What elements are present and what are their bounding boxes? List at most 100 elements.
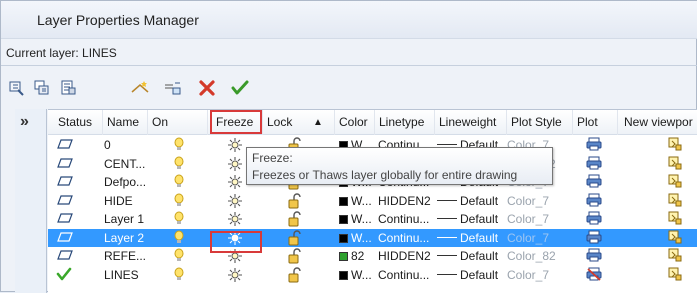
layer-linetype[interactable]: HIDDEN2 — [378, 192, 431, 210]
layer-color[interactable]: W... — [339, 266, 372, 284]
lineweight-sample — [437, 273, 457, 275]
current-layer-label: Current layer: LINES — [6, 46, 117, 60]
plot-printer-icon[interactable] — [586, 230, 602, 248]
layer-status-icon[interactable] — [56, 248, 74, 266]
layer-name: HIDE — [104, 193, 133, 208]
color-value: 82 — [351, 249, 365, 263]
plot-printer-icon[interactable] — [586, 248, 602, 266]
color-swatch — [339, 252, 348, 261]
layer-plot-style[interactable]: Color_7 — [507, 192, 549, 210]
new-vp-freeze-icon[interactable] — [668, 174, 682, 192]
on-bulb-icon[interactable] — [173, 156, 185, 174]
new-property-filter-icon[interactable] — [6, 77, 28, 99]
column-plot-style[interactable]: Plot Style — [507, 110, 573, 135]
thawed-sun-icon[interactable] — [227, 193, 243, 211]
new-vp-freeze-icon[interactable] — [668, 248, 682, 266]
layer-name: Layer 2 — [104, 230, 145, 245]
layer-plot-style[interactable]: Color_7 — [507, 266, 549, 284]
layer-plot-style[interactable]: Color_82 — [507, 247, 556, 265]
lineweight-value: Default — [460, 267, 499, 282]
layer-lineweight[interactable]: Default — [437, 266, 498, 284]
plot-printer-icon[interactable] — [586, 137, 602, 155]
column-plot[interactable]: Plot — [573, 110, 618, 135]
column-name[interactable]: Name — [103, 110, 148, 135]
layer-status-icon[interactable] — [56, 230, 74, 248]
table-row[interactable]: Layer 1 W... Continu... Default Color_7 — [48, 210, 697, 228]
layer-linetype[interactable]: Continu... — [378, 229, 429, 247]
unlocked-padlock-icon[interactable] — [288, 192, 302, 211]
table-row[interactable]: HIDE W... HIDDEN2 Default Color_7 — [48, 192, 697, 210]
table-row[interactable]: LINES W... Continu... Default Color_7 — [48, 266, 697, 284]
new-group-filter-icon[interactable] — [31, 77, 53, 99]
on-bulb-icon[interactable] — [173, 174, 185, 192]
column-status[interactable]: Status — [48, 110, 103, 135]
table-row[interactable]: REFE... 82 HIDDEN2 Default Color_82 — [48, 247, 697, 265]
thawed-sun-icon[interactable] — [227, 267, 243, 285]
layer-status-icon[interactable] — [56, 156, 74, 174]
thawed-sun-icon[interactable] — [227, 156, 243, 174]
column-lock[interactable]: Lock ▲ — [263, 110, 335, 135]
new-layer-icon[interactable] — [129, 77, 151, 99]
on-bulb-icon[interactable] — [173, 211, 185, 229]
layer-lineweight[interactable]: Default — [437, 210, 498, 228]
new-layer-vp-frozen-icon[interactable] — [162, 77, 184, 99]
plot-printer-icon[interactable] — [586, 193, 602, 211]
layer-plot-style[interactable]: Color_7 — [507, 229, 549, 247]
layer-color[interactable]: 82 — [339, 247, 364, 265]
layer-lineweight[interactable]: Default — [437, 229, 498, 247]
thawed-sun-icon[interactable] — [227, 211, 243, 229]
new-vp-freeze-icon[interactable] — [668, 211, 682, 229]
layer-lineweight[interactable]: Default — [437, 247, 498, 265]
layer-name: REFE... — [104, 249, 147, 263]
thawed-sun-icon[interactable] — [227, 174, 243, 192]
unlocked-padlock-icon[interactable] — [288, 266, 302, 285]
plot-printer-icon[interactable] — [586, 156, 602, 174]
layer-linetype[interactable]: Continu... — [378, 266, 429, 284]
layer-name: CENT... — [104, 156, 146, 171]
on-bulb-icon[interactable] — [173, 193, 185, 211]
on-bulb-icon[interactable] — [173, 267, 185, 285]
layer-lineweight[interactable]: Default — [437, 192, 498, 210]
unlocked-padlock-icon[interactable] — [288, 248, 302, 266]
new-vp-freeze-icon[interactable] — [668, 193, 682, 211]
layer-status-icon[interactable] — [56, 174, 74, 192]
column-color[interactable]: Color — [335, 110, 375, 135]
unlocked-padlock-icon[interactable] — [288, 211, 302, 229]
delete-layer-icon[interactable] — [196, 77, 218, 99]
new-vp-freeze-icon[interactable] — [668, 137, 682, 155]
layer-status-icon[interactable] — [56, 137, 74, 155]
layer-color[interactable]: W... — [339, 229, 372, 247]
layer-plot-style[interactable]: Color_7 — [507, 210, 549, 228]
layer-color[interactable]: W... — [339, 210, 372, 228]
layer-status-icon[interactable] — [56, 193, 74, 211]
on-bulb-icon[interactable] — [173, 230, 185, 248]
new-vp-freeze-icon[interactable] — [668, 156, 682, 174]
column-lock-label: Lock — [267, 115, 293, 129]
layer-states-manager-icon[interactable] — [57, 77, 79, 99]
freeze-tooltip: Freeze: Freezes or Thaws layer globally … — [246, 147, 553, 185]
unlocked-padlock-icon[interactable] — [288, 229, 302, 248]
table-row[interactable]: Layer 2 W... Continu... Default Color_7 — [48, 228, 697, 248]
new-vp-freeze-icon[interactable] — [668, 267, 682, 285]
on-bulb-icon[interactable] — [173, 137, 185, 155]
layer-status-icon[interactable] — [56, 211, 74, 229]
expand-filter-tree-button[interactable]: » — [20, 113, 29, 131]
color-value: W... — [351, 230, 372, 245]
layer-linetype[interactable]: Continu... — [378, 210, 429, 228]
lineweight-value: Default — [460, 193, 499, 208]
on-bulb-icon[interactable] — [173, 248, 185, 266]
plot-printer-icon[interactable] — [586, 174, 602, 192]
column-new-viewport[interactable]: New viewpor — [618, 110, 697, 135]
set-current-icon[interactable] — [229, 77, 251, 99]
column-lineweight[interactable]: Lineweight — [435, 110, 507, 135]
no-plot-printer-icon[interactable] — [586, 267, 602, 285]
column-on[interactable]: On — [148, 110, 208, 135]
column-linetype[interactable]: Linetype — [375, 110, 435, 135]
current-layer-check-icon[interactable] — [56, 267, 72, 285]
layer-color[interactable]: W... — [339, 192, 372, 210]
lineweight-sample — [437, 218, 457, 219]
plot-printer-icon[interactable] — [586, 211, 602, 229]
new-vp-freeze-icon[interactable] — [668, 230, 682, 248]
thawed-sun-icon[interactable] — [227, 137, 243, 155]
layer-linetype[interactable]: HIDDEN2 — [378, 247, 431, 265]
